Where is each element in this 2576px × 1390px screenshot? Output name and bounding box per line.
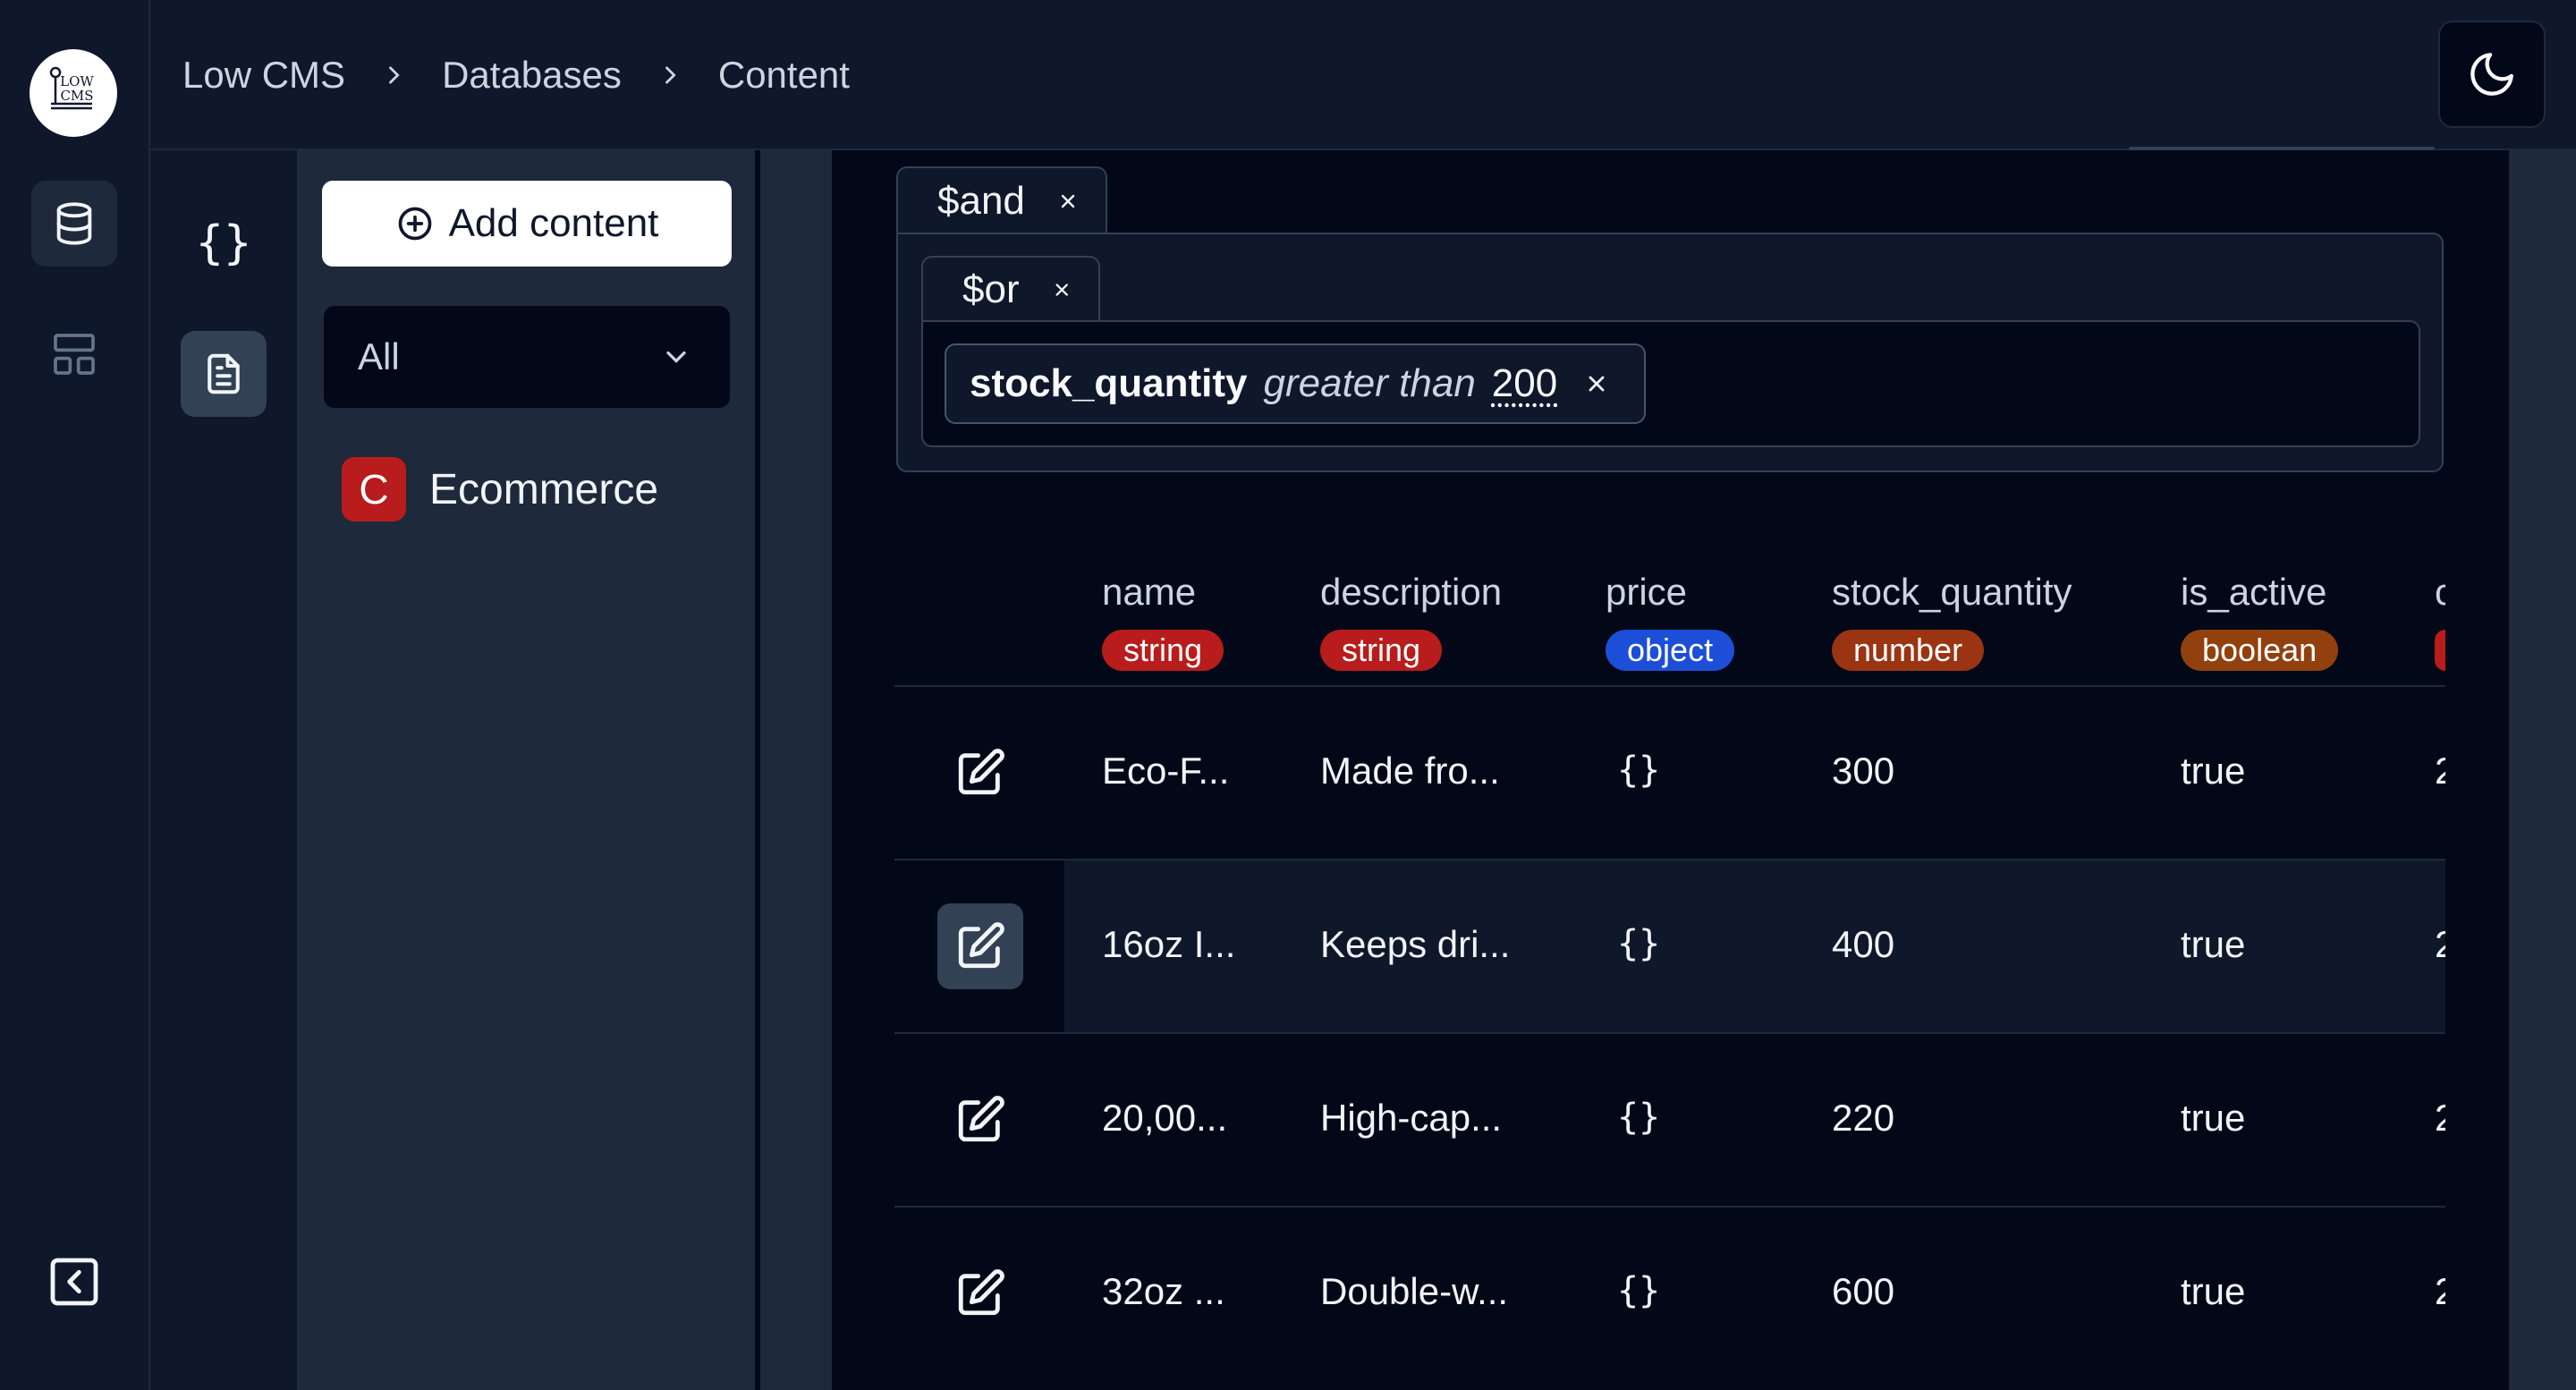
cell-stock-quantity: 220 xyxy=(1832,1097,1895,1139)
column-header-name[interactable]: name xyxy=(1102,571,1196,614)
filter-condition-pill[interactable]: stock_quantity greater than 200 xyxy=(945,343,1646,424)
collection-name: Ecommerce xyxy=(429,465,659,513)
edit-icon xyxy=(958,922,1004,969)
cell-is-active: true xyxy=(2181,1097,2246,1139)
collection-item-ecommerce[interactable]: C Ecommerce xyxy=(342,457,658,521)
type-badge-boolean: boolean xyxy=(2181,630,2339,671)
cell-description: Double-w... xyxy=(1320,1270,1509,1312)
condition-field: stock_quantity xyxy=(970,361,1248,405)
cell-is-active: true xyxy=(2181,923,2246,965)
breadcrumb-item-low-cms[interactable]: Low CMS xyxy=(182,54,345,97)
breadcrumb: Low CMS Databases Content xyxy=(182,47,850,104)
cell-truncated: 2 xyxy=(2435,1270,2445,1312)
edit-row-button[interactable] xyxy=(937,730,1023,816)
cell-price[interactable]: {} xyxy=(1617,1270,1660,1311)
cell-truncated: 2 xyxy=(2435,750,2445,792)
table-row[interactable]: 32oz ... Double-w... {} 600 true 2 xyxy=(894,1206,2445,1381)
condition-value[interactable]: 200 xyxy=(1492,361,1557,406)
cell-name: 32oz ... xyxy=(1102,1270,1225,1312)
edit-row-button[interactable] xyxy=(937,1250,1023,1336)
type-badge-string: string xyxy=(1320,630,1443,671)
panel-gutter xyxy=(760,150,832,1390)
remove-condition-button[interactable] xyxy=(1584,371,1609,396)
table-row[interactable]: 20,00... High-cap... {} 220 true 2 xyxy=(894,1032,2445,1208)
collection-filter-select[interactable]: All xyxy=(324,306,730,408)
right-scroll-area xyxy=(2509,150,2576,1390)
layouts-nav-button[interactable] xyxy=(31,311,117,397)
close-icon[interactable] xyxy=(1057,189,1079,214)
cell-stock-quantity: 400 xyxy=(1832,923,1895,965)
edit-row-button[interactable] xyxy=(937,903,1023,989)
edit-row-button[interactable] xyxy=(937,1077,1023,1163)
content-table: name string description string price obj… xyxy=(894,553,2445,1390)
collection-badge: C xyxy=(342,457,406,521)
document-icon xyxy=(208,353,240,394)
database-icon xyxy=(56,202,92,245)
table-row[interactable]: 16oz I... Keeps dri... {} 400 true 2 xyxy=(894,859,2445,1034)
type-badge-string: string xyxy=(1102,630,1224,671)
collapse-sidebar-icon xyxy=(50,1258,98,1306)
breadcrumb-item-content: Content xyxy=(717,54,850,96)
type-badge-number: number xyxy=(1832,630,1985,671)
cell-price[interactable]: {} xyxy=(1617,750,1660,791)
type-badge-truncated xyxy=(2435,630,2445,671)
column-header-stock-quantity[interactable]: stock_quantity xyxy=(1832,571,2072,614)
cell-is-active: true xyxy=(2181,1270,2246,1312)
or-group-tab[interactable]: $or xyxy=(921,256,1100,322)
cell-description: Made fro... xyxy=(1320,750,1500,792)
close-icon[interactable] xyxy=(1052,277,1072,302)
theme-toggle-button[interactable] xyxy=(2438,21,2546,128)
table-row[interactable]: Eco-F... Made fro... {} 300 true 2 xyxy=(894,685,2445,860)
json-view-button[interactable]: {} xyxy=(181,200,267,286)
cell-stock-quantity: 600 xyxy=(1832,1270,1895,1312)
cell-description: Keeps dri... xyxy=(1320,923,1511,965)
logo-icon: LOW CMS xyxy=(49,66,94,110)
and-group-tab[interactable]: $and xyxy=(896,166,1107,234)
add-content-button[interactable]: Add content xyxy=(322,181,732,267)
column-header-price[interactable]: price xyxy=(1606,571,1687,614)
condition-operator: greater than xyxy=(1263,361,1476,405)
edit-icon xyxy=(958,1096,1004,1142)
svg-text:CMS: CMS xyxy=(60,88,93,104)
cell-truncated: 2 xyxy=(2435,923,2445,965)
close-icon xyxy=(1589,376,1605,392)
collapse-sidebar-button[interactable] xyxy=(31,1239,117,1325)
json-icon: {} xyxy=(195,216,252,270)
cell-description: High-cap... xyxy=(1320,1097,1503,1139)
chevron-right-icon xyxy=(381,63,406,88)
chevron-right-icon xyxy=(657,63,682,88)
edit-icon xyxy=(958,749,1004,795)
and-group-label: $and xyxy=(937,179,1025,223)
layout-icon xyxy=(54,334,95,375)
cell-name: Eco-F... xyxy=(1102,750,1230,792)
cell-stock-quantity: 300 xyxy=(1832,750,1895,792)
add-content-label: Add content xyxy=(448,201,659,245)
cell-name: 20,00... xyxy=(1102,1097,1228,1139)
cell-price[interactable]: {} xyxy=(1617,1097,1660,1138)
documents-view-button[interactable] xyxy=(181,331,267,417)
column-header-description[interactable]: description xyxy=(1320,571,1502,614)
cell-truncated: 2 xyxy=(2435,1097,2445,1139)
collection-filter-value: All xyxy=(358,335,400,377)
or-group-label: $or xyxy=(962,267,1020,311)
moon-icon xyxy=(2470,53,2513,96)
column-header-is-active[interactable]: is_active xyxy=(2181,571,2326,614)
edit-icon xyxy=(958,1269,1004,1316)
cell-is-active: true xyxy=(2181,750,2246,792)
chevron-down-icon xyxy=(666,351,686,363)
breadcrumb-item-databases[interactable]: Databases xyxy=(442,54,622,97)
type-badge-object: object xyxy=(1606,630,1735,671)
app-logo[interactable]: LOW CMS xyxy=(30,49,117,137)
plus-circle-icon xyxy=(398,207,431,241)
cell-name: 16oz I... xyxy=(1102,923,1236,965)
column-header-truncated[interactable]: c xyxy=(2435,571,2445,614)
scroll-indicator xyxy=(2129,147,2435,150)
cell-price[interactable]: {} xyxy=(1617,923,1660,964)
databases-nav-button[interactable] xyxy=(31,181,117,267)
